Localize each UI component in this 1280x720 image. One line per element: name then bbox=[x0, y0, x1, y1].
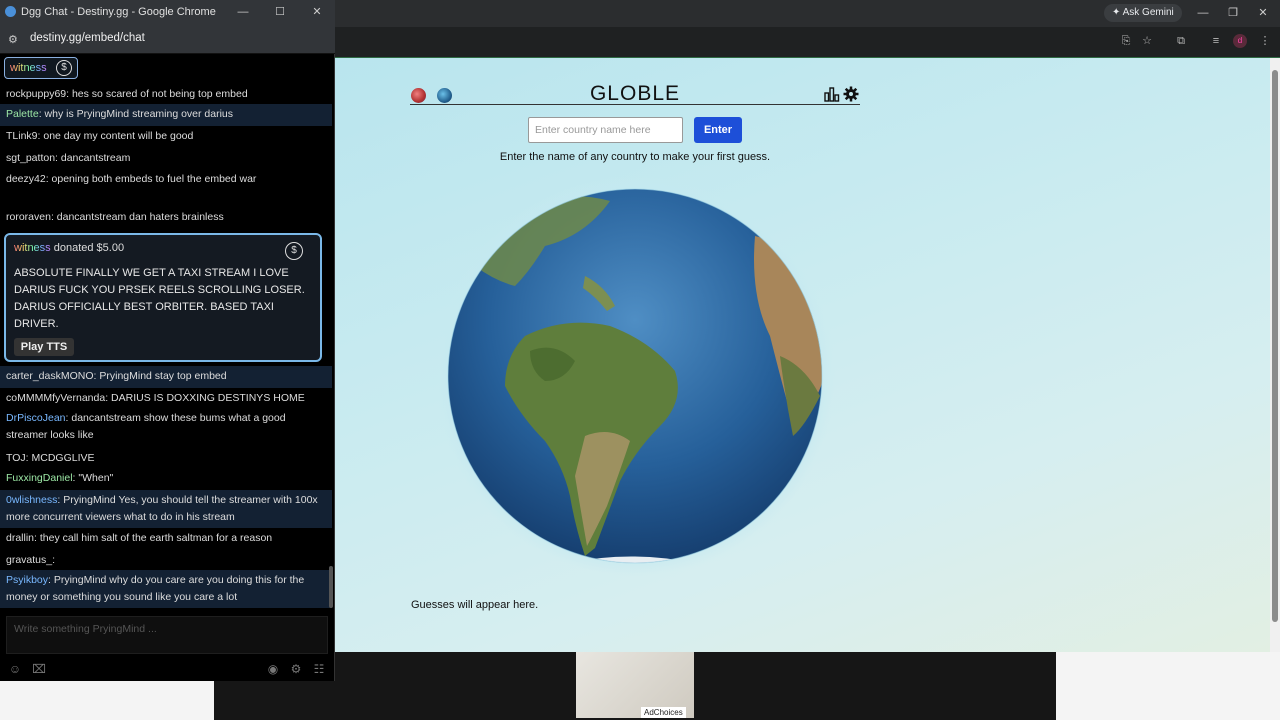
chat-username[interactable]: rockpuppy69 bbox=[6, 88, 66, 100]
chat-text: : why is PryingMind streaming over dariu… bbox=[38, 108, 234, 120]
guesses-placeholder: Guesses will appear here. bbox=[411, 599, 539, 611]
minimize-icon[interactable]: — bbox=[1193, 4, 1213, 22]
chat-close-icon[interactable]: ✕ bbox=[307, 3, 327, 21]
install-icon[interactable]: ⎘ bbox=[1118, 33, 1134, 49]
chat-message: sgt_patton: dancantstream bbox=[0, 148, 332, 169]
maximize-icon[interactable]: ❐ bbox=[1223, 4, 1243, 22]
pinned-donation-pill[interactable]: witness $ bbox=[4, 57, 78, 79]
chat-username[interactable]: coMMMMfyVernanda bbox=[6, 392, 105, 404]
chat-message: FuxxingDaniel: "When" bbox=[0, 468, 332, 490]
page-title: GLOBLE bbox=[589, 82, 681, 105]
chat-username[interactable]: sgt_patton bbox=[6, 152, 55, 164]
chat-username[interactable]: 0wlishness bbox=[6, 494, 57, 506]
adchoices-label[interactable]: AdChoices bbox=[641, 707, 686, 718]
extensions-icon[interactable]: ⧉ bbox=[1173, 33, 1189, 49]
emoji-icon[interactable]: ☺ bbox=[7, 661, 23, 677]
ad-margin-left bbox=[0, 680, 214, 720]
chat-message: 0wlishness: PryingMind Yes, you should t… bbox=[0, 490, 332, 528]
chat-message: rockpuppy69: hes so scared of not being … bbox=[0, 84, 332, 104]
chat-text: : they call him salt of the earth saltma… bbox=[34, 532, 273, 544]
chat-username[interactable]: FuxxingDaniel bbox=[6, 472, 73, 484]
profile-avatar[interactable]: d bbox=[1233, 34, 1247, 48]
chat-text: : DARIUS IS DOXXING DESTINYS HOME bbox=[105, 392, 305, 404]
menu-icon[interactable]: ⋮ bbox=[1257, 33, 1273, 49]
star-icon[interactable]: ☆ bbox=[1139, 33, 1155, 49]
chat-message: rororaven: dancantstream dan haters brai… bbox=[0, 207, 332, 229]
chat-username[interactable]: TLink9 bbox=[6, 130, 38, 142]
chat-message: gravatus_: bbox=[0, 550, 332, 570]
donation-user: witness bbox=[14, 242, 51, 254]
chat-text: : MCDGGLIVE bbox=[25, 452, 95, 464]
site-info-icon[interactable]: ⚙ bbox=[8, 33, 18, 46]
chat-input[interactable]: Write something PryingMind ... bbox=[6, 616, 328, 654]
chat-text: : PryingMind stay top embed bbox=[93, 370, 227, 382]
chat-url[interactable]: destiny.gg/embed/chat bbox=[30, 32, 145, 44]
enter-button[interactable]: Enter bbox=[694, 117, 742, 143]
chat-username[interactable]: deezy42 bbox=[6, 173, 46, 185]
country-input[interactable] bbox=[528, 117, 683, 143]
chat-text: : hes so scared of not being top embed bbox=[66, 88, 248, 100]
chat-username[interactable]: rororaven bbox=[6, 211, 51, 223]
ask-gemini-label: Ask Gemini bbox=[1122, 7, 1174, 18]
close-icon[interactable]: ✕ bbox=[1253, 4, 1273, 22]
destiny-favicon-icon bbox=[5, 6, 16, 17]
chat-window: Dgg Chat - Destiny.gg - Google Chrome — … bbox=[0, 0, 335, 681]
dollar-coin-icon: $ bbox=[56, 60, 72, 76]
globe[interactable] bbox=[435, 176, 835, 576]
dollar-coin-icon: $ bbox=[285, 242, 303, 260]
chat-message: TOJ: MCDGGLIVE bbox=[0, 448, 332, 468]
stats-icon[interactable] bbox=[824, 86, 840, 102]
chat-text: : bbox=[52, 554, 56, 566]
chat-username[interactable]: Palette bbox=[6, 108, 39, 120]
chat-url-bar[interactable]: ⚙ destiny.gg/embed/chat bbox=[0, 25, 335, 54]
chat-message: Psyikboy: PryingMind why do you care are… bbox=[0, 570, 332, 608]
chat-scrollbar-thumb[interactable] bbox=[329, 566, 333, 608]
chat-message: TLink9: one day my content will be good bbox=[0, 126, 332, 148]
donation-header: witness donated $5.00 bbox=[14, 242, 124, 254]
globle-header: GLOBLE bbox=[410, 80, 860, 105]
chat-message: coMMMMfyVernanda: DARIUS IS DOXXING DEST… bbox=[0, 388, 332, 408]
pinned-user: witness bbox=[10, 62, 47, 74]
chat-message: drallin: they call him salt of the earth… bbox=[0, 528, 332, 550]
ad-margin-right bbox=[1056, 652, 1280, 720]
chat-username[interactable]: Psyikboy bbox=[6, 574, 48, 586]
media-icon[interactable]: ≡ bbox=[1208, 33, 1224, 49]
chat-title-bar: Dgg Chat - Destiny.gg - Google Chrome — … bbox=[0, 0, 335, 25]
chat-username[interactable]: carter_daskMONO bbox=[6, 370, 94, 382]
chat-text: : one day my content will be good bbox=[37, 130, 194, 142]
watch-icon[interactable]: ◉ bbox=[265, 661, 281, 677]
chat-username[interactable]: DrPiscoJean bbox=[6, 412, 66, 424]
instructions-text: Enter the name of any country to make yo… bbox=[499, 151, 771, 163]
chat-text: : PryingMind why do you care are you doi… bbox=[6, 574, 305, 603]
chat-window-title: Dgg Chat - Destiny.gg - Google Chrome bbox=[21, 6, 216, 18]
whispers-icon[interactable]: ⌧ bbox=[31, 661, 47, 677]
ask-gemini-button[interactable]: ✦ Ask Gemini bbox=[1104, 4, 1182, 22]
chat-message: Palette: why is PryingMind streaming ove… bbox=[0, 104, 332, 126]
play-tts-button[interactable]: Play TTS bbox=[14, 338, 74, 356]
donation-amount: donated $5.00 bbox=[50, 242, 125, 254]
donation-card: witness donated $5.00 $ ABSOLUTE FINALLY… bbox=[4, 233, 322, 362]
scrollbar-thumb[interactable] bbox=[1272, 70, 1278, 622]
chat-text: : opening both embeds to fuel the embed … bbox=[45, 173, 257, 185]
chat-text: : dancantstream bbox=[55, 152, 131, 164]
gear-icon[interactable] bbox=[843, 86, 859, 102]
settings-icon[interactable]: ⚙ bbox=[288, 661, 304, 677]
chat-maximize-icon[interactable]: ☐ bbox=[270, 3, 290, 21]
chat-message: DrPiscoJean: dancantstream show these bu… bbox=[0, 408, 332, 448]
users-icon[interactable]: ☷ bbox=[311, 661, 327, 677]
chat-username[interactable]: drallin bbox=[6, 532, 34, 544]
chat-minimize-icon[interactable]: — bbox=[233, 3, 253, 21]
donation-message: ABSOLUTE FINALLY WE GET A TAXI STREAM I … bbox=[14, 267, 305, 330]
chat-username[interactable]: gravatus_ bbox=[6, 554, 52, 566]
chat-message: deezy42: opening both embeds to fuel the… bbox=[0, 169, 332, 207]
chat-username[interactable]: TOJ bbox=[6, 452, 26, 464]
chat-text: : dancantstream dan haters brainless bbox=[50, 211, 224, 223]
chat-text: : "When" bbox=[72, 472, 114, 484]
chat-message: carter_daskMONO: PryingMind stay top emb… bbox=[0, 366, 332, 388]
